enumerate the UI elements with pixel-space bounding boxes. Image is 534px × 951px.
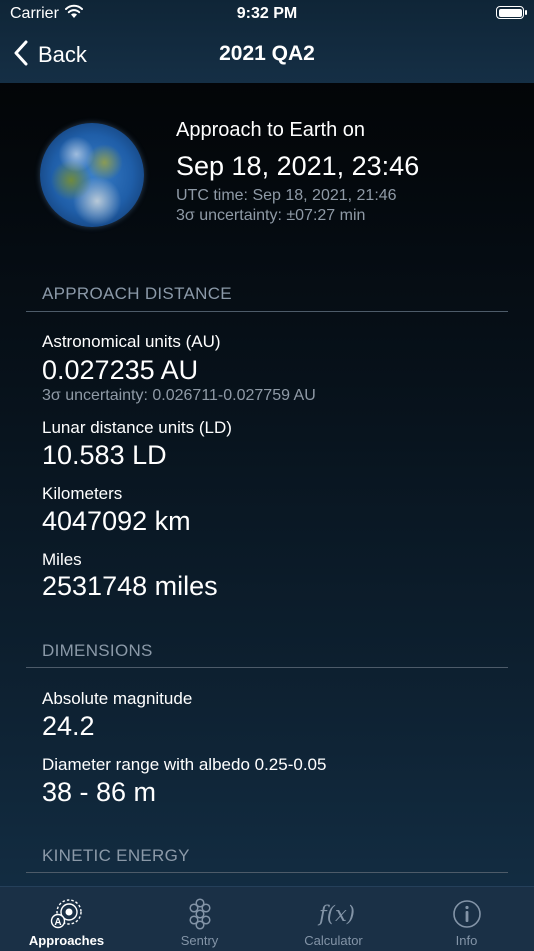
- miles-value: 2531748 miles: [42, 571, 218, 601]
- section-header-energy: KINETIC ENERGY: [42, 846, 190, 865]
- divider: [26, 311, 508, 312]
- status-time: 9:32 PM: [236, 5, 298, 22]
- svg-text:A: A: [54, 917, 61, 928]
- tab-approaches[interactable]: A Approaches: [0, 887, 133, 951]
- info-icon: [450, 897, 484, 931]
- navigation-bar: Back 2021 QA2: [0, 30, 534, 83]
- divider: [26, 667, 508, 668]
- km-label: Kilometers: [42, 484, 123, 503]
- ld-label: Lunar distance units (LD): [42, 418, 232, 437]
- divider: [26, 872, 508, 873]
- section-header-distance: APPROACH DISTANCE: [42, 284, 232, 303]
- section-header-dimensions: DIMENSIONS: [42, 641, 153, 660]
- earth-image: [40, 123, 144, 227]
- tab-label: Sentry: [180, 933, 219, 948]
- approaches-icon: A: [50, 897, 84, 931]
- top-bar: Carrier 9:32 PM Back 2021 QA2: [0, 0, 534, 83]
- au-value: 0.027235 AU: [42, 355, 199, 385]
- km-value: 4047092 km: [42, 506, 191, 536]
- au-uncertainty: 3σ uncertainty: 0.026711-0.027759 AU: [42, 387, 316, 404]
- tab-calculator[interactable]: f(x) Calculator: [267, 887, 400, 951]
- svg-text:f(x): f(x): [317, 902, 355, 926]
- battery-icon: [496, 6, 527, 19]
- tab-label: Calculator: [304, 933, 363, 948]
- tab-info[interactable]: Info: [400, 887, 533, 951]
- tab-sentry[interactable]: Sentry: [133, 887, 266, 951]
- tab-label: Approaches: [28, 933, 105, 948]
- au-label: Astronomical units (AU): [42, 332, 221, 351]
- miles-label: Miles: [42, 550, 82, 569]
- approach-date: Sep 18, 2021, 23:46: [176, 151, 420, 181]
- calculator-icon: f(x): [316, 897, 354, 931]
- diameter-value: 38 - 86 m: [42, 777, 157, 807]
- page-title: 2021 QA2: [219, 42, 315, 65]
- tab-bar: A Approaches Sentry f(x) Calculator Info: [0, 886, 534, 951]
- diameter-label: Diameter range with albedo 0.25-0.05: [42, 755, 327, 774]
- status-bar: Carrier 9:32 PM: [0, 0, 534, 30]
- tab-label: Info: [455, 933, 478, 948]
- time-uncertainty: 3σ uncertainty: ±07:27 min: [176, 207, 366, 224]
- sentry-icon: [183, 897, 217, 931]
- approach-label: Approach to Earth on: [176, 119, 366, 141]
- ld-value: 10.583 LD: [42, 440, 167, 470]
- app-screen: Carrier 9:32 PM Back 2021 QA2 Approach t…: [0, 0, 534, 951]
- magnitude-label: Absolute magnitude: [42, 689, 193, 708]
- utc-time: UTC time: Sep 18, 2021, 21:46: [176, 187, 397, 204]
- magnitude-value: 24.2: [42, 711, 95, 741]
- approach-header: Approach to Earth on Sep 18, 2021, 23:46…: [0, 83, 534, 253]
